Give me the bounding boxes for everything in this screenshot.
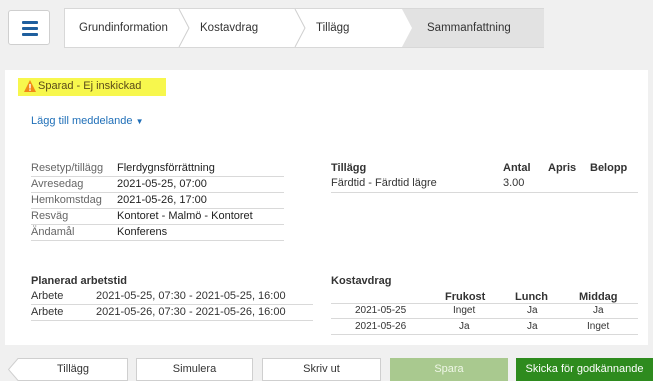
save-button[interactable]: Spara — [390, 358, 508, 381]
top-navigation: Grundinformation Kostavdrag Tillägg Samm… — [0, 0, 653, 60]
add-message-link[interactable]: Lägg till meddelande ▼ — [31, 115, 144, 127]
step-label: Kostavdrag — [200, 22, 259, 34]
kostavdrag-title: Kostavdrag — [331, 275, 392, 287]
add-message-label: Lägg till meddelande — [31, 115, 133, 127]
step-kostavdrag[interactable]: Kostavdrag — [200, 9, 258, 47]
lunch-header: Lunch — [515, 291, 548, 303]
kost-date: 2021-05-26 — [355, 321, 407, 332]
back-button-label: Tillägg — [57, 363, 89, 375]
status-text: Sparad - Ej inskickad — [38, 80, 142, 92]
divider — [331, 318, 638, 319]
divider — [331, 303, 638, 304]
print-button[interactable]: Skriv ut — [262, 358, 381, 381]
summary-row: Avresedag 2021-05-25, 07:00 — [31, 177, 284, 193]
send-for-approval-button[interactable]: Skicka för godkännande — [516, 358, 653, 381]
summary-value: Kontoret - Malmö - Kontoret — [117, 210, 253, 222]
wizard-steps: Grundinformation Kostavdrag Tillägg Samm… — [64, 8, 544, 48]
summary-value: 2021-05-26, 17:00 — [117, 194, 207, 206]
save-label: Spara — [434, 363, 464, 375]
hamburger-icon-line — [22, 33, 38, 36]
divider — [31, 304, 313, 305]
send-label: Skicka för godkännande — [525, 363, 644, 375]
apris-header: Apris — [548, 162, 577, 174]
hamburger-menu-button[interactable] — [8, 10, 50, 45]
chevron-right-icon — [400, 9, 412, 47]
middag-header: Middag — [579, 291, 618, 303]
arbetstid-value: 2021-05-26, 07:30 - 2021-05-26, 16:00 — [96, 306, 286, 318]
back-tillagg-button[interactable]: Tillägg — [18, 358, 128, 381]
simulate-label: Simulera — [172, 363, 217, 375]
divider — [331, 334, 638, 335]
summary-key: Avresedag — [31, 178, 84, 190]
hamburger-icon — [22, 21, 38, 24]
tillagg-header: Tillägg — [331, 162, 367, 174]
kost-middag: Inget — [587, 321, 610, 332]
step-label: Sammanfattning — [427, 22, 511, 34]
divider — [31, 320, 313, 321]
summary-key: Resväg — [31, 210, 69, 222]
summary-key: Ändamål — [31, 226, 75, 238]
warning-icon — [24, 80, 36, 92]
simulate-button[interactable]: Simulera — [136, 358, 253, 381]
kost-middag: Ja — [593, 305, 604, 316]
tillagg-name: Färdtid - Färdtid lägre — [331, 177, 437, 189]
summary-row: Resetyp/tillägg Flerdygnsförrättning — [31, 161, 284, 177]
arbetstid-value: 2021-05-25, 07:30 - 2021-05-25, 16:00 — [96, 290, 286, 302]
step-tillagg[interactable]: Tillägg — [316, 9, 349, 47]
belopp-header: Belopp — [590, 162, 628, 174]
antal-header: Antal — [503, 162, 531, 174]
summary-value: Flerdygnsförrättning — [117, 162, 215, 174]
summary-row: Hemkomstdag 2021-05-26, 17:00 — [31, 193, 284, 209]
summary-value: 2021-05-25, 07:00 — [117, 178, 207, 190]
kost-frukost: Ja — [459, 321, 470, 332]
summary-value: Konferens — [117, 226, 168, 238]
summary-key: Hemkomstdag — [31, 194, 102, 206]
kost-lunch: Ja — [527, 305, 538, 316]
kost-frukost: Inget — [453, 305, 476, 316]
step-label: Tillägg — [316, 22, 350, 34]
kost-date: 2021-05-25 — [355, 305, 407, 316]
caret-down-icon: ▼ — [135, 117, 144, 126]
summary-row: Resväg Kontoret - Malmö - Kontoret — [31, 209, 284, 225]
arbetstid-label: Arbete — [31, 306, 64, 318]
tillagg-antal: 3.00 — [503, 177, 525, 189]
step-sammanfattning[interactable]: Sammanfattning — [400, 9, 544, 47]
print-label: Skriv ut — [303, 363, 340, 375]
step-grundinformation[interactable]: Grundinformation — [79, 9, 168, 47]
summary-row: Ändamål Konferens — [31, 225, 284, 241]
step-label: Grundinformation — [79, 22, 168, 34]
frukost-header: Frukost — [445, 291, 486, 303]
kost-lunch: Ja — [527, 321, 538, 332]
divider — [331, 192, 638, 193]
summary-key: Resetyp/tillägg — [31, 162, 104, 174]
hamburger-icon-line — [22, 27, 38, 30]
arbetstid-label: Arbete — [31, 290, 64, 302]
chevron-right-icon — [294, 9, 306, 47]
arbetstid-title: Planerad arbetstid — [31, 275, 127, 287]
chevron-right-icon — [178, 9, 190, 47]
